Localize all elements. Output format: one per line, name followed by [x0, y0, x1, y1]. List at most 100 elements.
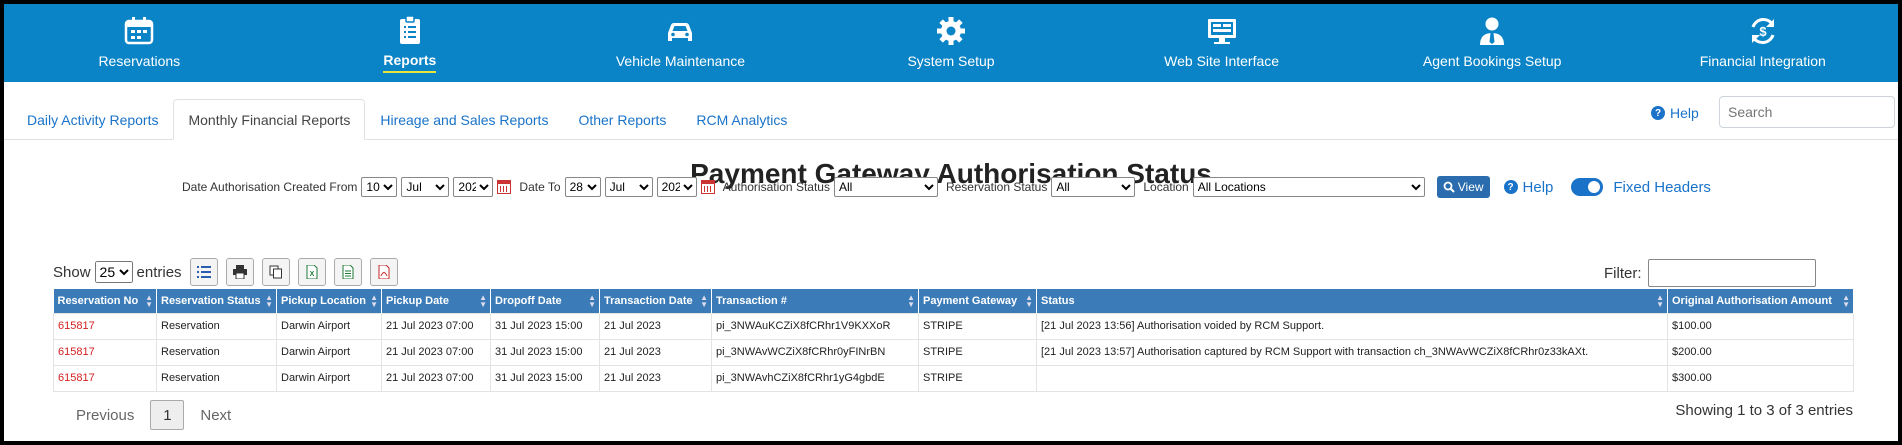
next-page-button[interactable]: Next [186, 407, 245, 424]
sort-icon: ▲ ▼ [1842, 293, 1850, 309]
table-cell: 21 Jul 2023 [599, 364, 712, 392]
printer-icon [232, 265, 247, 279]
csv-file-icon [342, 265, 354, 279]
print-button[interactable] [225, 258, 254, 286]
export-csv-button[interactable] [333, 258, 362, 286]
svg-text:$: $ [1759, 24, 1767, 39]
calendar-picker-icon[interactable] [497, 180, 512, 194]
nav-label: Reports [383, 52, 437, 73]
fixed-headers-toggle[interactable] [1571, 178, 1604, 196]
fixed-headers-label: Fixed Headers [1613, 178, 1711, 196]
copy-button[interactable] [261, 258, 290, 286]
view-button[interactable]: View [1436, 176, 1490, 198]
table-cell: Reservation [156, 364, 277, 392]
to-year-select[interactable]: 2023 [656, 177, 697, 197]
view-label: View [1457, 180, 1484, 194]
filter-input[interactable] [1647, 259, 1816, 287]
col-header[interactable]: Transaction Date ▲ ▼ [599, 289, 712, 313]
help-link-filters[interactable]: ? Help [1503, 179, 1553, 196]
list-icon [196, 266, 211, 278]
nav-system-setup[interactable]: System Setup [816, 4, 1087, 82]
table-filter: Filter: [1604, 259, 1816, 287]
col-header[interactable]: Payment Gateway ▲ ▼ [918, 289, 1037, 313]
table-cell: Darwin Airport [276, 364, 382, 392]
export-pdf-button[interactable] [369, 258, 398, 286]
nav-vehicle-maintenance[interactable]: Vehicle Maintenance [545, 4, 816, 82]
calendar-picker-icon[interactable] [700, 180, 715, 194]
nav-label: Agent Bookings Setup [1422, 52, 1562, 69]
col-header[interactable]: Original Authorisation Amount ▲ ▼ [1667, 289, 1854, 313]
tab-hireage-and-sales-reports[interactable]: Hireage and Sales Reports [365, 99, 563, 140]
sort-icon: ▲ ▼ [479, 293, 487, 309]
pagination: Previous 1 Next [62, 400, 245, 430]
col-header[interactable]: Dropoff Date ▲ ▼ [490, 289, 600, 313]
col-header[interactable]: Pickup Date ▲ ▼ [381, 289, 491, 313]
table-cell: pi_3NWAuKCZiX8fCRhr1V9KXXoR [711, 312, 919, 340]
sort-icon: ▲ ▼ [1656, 293, 1664, 309]
table-cell: pi_3NWAvhCZiX8fCRhr1yG4gbdE [711, 364, 919, 392]
col-header[interactable]: Reservation No ▲ ▼ [53, 289, 157, 313]
col-header[interactable]: Status ▲ ▼ [1036, 289, 1668, 313]
show-label: Show [53, 263, 91, 281]
nav-financial-integration[interactable]: $ Financial Integration [1627, 4, 1898, 82]
tab-rcm-analytics[interactable]: RCM Analytics [681, 99, 802, 140]
col-header[interactable]: Transaction # ▲ ▼ [711, 289, 919, 313]
res-status-select[interactable]: All [1051, 177, 1136, 197]
pdf-file-icon [378, 265, 390, 279]
from-month-select[interactable]: Jul [401, 177, 450, 197]
nav-reports[interactable]: Reports [275, 4, 546, 82]
search-input[interactable] [1719, 96, 1895, 128]
from-year-select[interactable]: 2023 [453, 177, 494, 197]
tab-daily-activity-reports[interactable]: Daily Activity Reports [12, 99, 173, 140]
calendar-icon [125, 16, 154, 44]
help-link[interactable]: ? Help [1651, 105, 1699, 121]
col-header[interactable]: Reservation Status ▲ ▼ [156, 289, 277, 313]
app-frame: Reservations Reports Vehicle Maintenance… [4, 4, 1898, 441]
reservation-link[interactable]: 615817 [53, 312, 157, 340]
column-visibility-button[interactable] [189, 258, 218, 286]
clipboard-list-icon [399, 14, 420, 44]
help-label: Help [1670, 105, 1699, 121]
nav-agent-bookings-setup[interactable]: Agent Bookings Setup [1357, 4, 1628, 82]
nav-web-site-interface[interactable]: Web Site Interface [1086, 4, 1357, 82]
table-cell: 31 Jul 2023 15:00 [490, 364, 600, 392]
sub-tabs-bar: Daily Activity Reports Monthly Financial… [4, 82, 1898, 140]
nav-label: Vehicle Maintenance [615, 52, 746, 69]
reservation-link[interactable]: 615817 [53, 364, 157, 392]
table-header-row: Reservation No ▲ ▼ Reservation Status ▲ ▼ Pi… [53, 289, 1854, 313]
table-cell: Darwin Airport [276, 312, 382, 340]
table-cell: 21 Jul 2023 07:00 [381, 364, 491, 392]
sort-icon: ▲ ▼ [370, 293, 378, 309]
export-excel-button[interactable]: X [297, 258, 326, 286]
table-cell: Reservation [156, 312, 277, 340]
to-day-select[interactable]: 28 [564, 177, 601, 197]
date-to-label: Date To [519, 180, 561, 194]
nav-label: System Setup [907, 52, 995, 69]
tab-other-reports[interactable]: Other Reports [563, 99, 681, 140]
tab-monthly-financial-reports[interactable]: Monthly Financial Reports [173, 99, 366, 140]
nav-label: Web Site Interface [1164, 52, 1280, 69]
gear-icon [937, 16, 966, 45]
search-icon [1443, 181, 1455, 193]
car-icon [668, 22, 693, 41]
table-cell: $200.00 [1667, 338, 1854, 366]
sort-icon: ▲ ▼ [265, 293, 273, 309]
nav-label: Reservations [98, 52, 181, 69]
nav-reservations[interactable]: Reservations [4, 4, 275, 82]
location-select[interactable]: All Locations [1192, 177, 1425, 197]
previous-page-button[interactable]: Previous [62, 407, 148, 424]
sort-icon: ▲ ▼ [1025, 293, 1033, 309]
reservation-link[interactable]: 615817 [53, 338, 157, 366]
location-label: Location [1143, 180, 1189, 194]
table-cell: 31 Jul 2023 15:00 [490, 338, 600, 366]
page-1-button[interactable]: 1 [150, 400, 185, 430]
report-tabs: Daily Activity Reports Monthly Financial… [12, 99, 802, 140]
sort-icon: ▲ ▼ [907, 293, 915, 309]
from-day-select[interactable]: 10 [361, 177, 398, 197]
results-table: Reservation No ▲ ▼ Reservation Status ▲ ▼ Pi… [53, 289, 1854, 392]
entries-select[interactable]: 25 [94, 261, 133, 283]
auth-status-select[interactable]: All [833, 177, 938, 197]
filter-label: Filter: [1604, 264, 1642, 282]
to-month-select[interactable]: Jul [604, 177, 653, 197]
col-header[interactable]: Pickup Location ▲ ▼ [276, 289, 382, 313]
